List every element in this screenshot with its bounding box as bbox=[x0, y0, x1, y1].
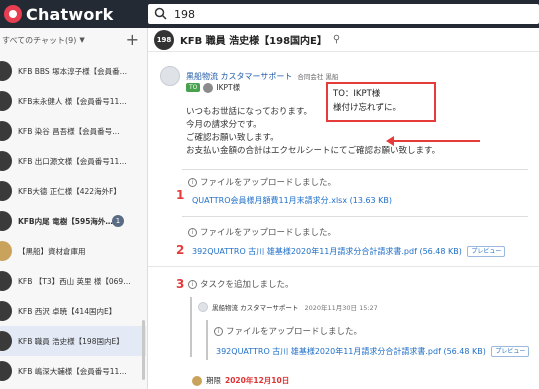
sidebar: すべてのチャット(9) ▼ + KFB BBS 塚本淳子様【会員番… KFB末永… bbox=[0, 28, 148, 389]
room-avatar bbox=[0, 121, 14, 141]
annotation-arrow-line bbox=[388, 140, 480, 142]
quoted-upload-notice: i ファイルをアップロードしました。 bbox=[214, 325, 362, 337]
task-notice: i タスクを追加しました。 bbox=[188, 278, 294, 290]
marker-number: 2 bbox=[176, 243, 185, 257]
message-line: お支払い金額の合計はエクセルシートにてご確認お願い致します。 bbox=[186, 146, 441, 156]
to-mention: TO IKPT様 bbox=[186, 82, 240, 93]
info-icon: i bbox=[188, 227, 197, 237]
app-logo[interactable]: Chatwork bbox=[4, 4, 113, 24]
to-avatar bbox=[203, 82, 214, 93]
message-line: ご確認お願い致します。 bbox=[186, 133, 279, 143]
due-date: 2020年12月10日 bbox=[225, 376, 290, 385]
sender-name[interactable]: 黒船物流 カスタマーサポート bbox=[186, 71, 292, 82]
quote-bar bbox=[206, 320, 208, 360]
chat-filter-dropdown[interactable]: すべてのチャット(9) bbox=[2, 35, 76, 46]
room-item-active[interactable]: KFB 職員 浩史様【198国内E】 bbox=[0, 326, 146, 356]
pin-icon[interactable]: ⚲ bbox=[333, 34, 340, 45]
room-label: KFB大德 正仁様【422海外F】 bbox=[18, 186, 121, 196]
quoted-file-link-text[interactable]: 392QUATTRO 古川 雄基様2020年11月請求分合計請求書.pdf (5… bbox=[216, 347, 486, 356]
upload-text: ファイルをアップロードしました。 bbox=[200, 178, 337, 188]
room-item[interactable]: KFB 【T3】西山 英里 様【069… bbox=[0, 266, 146, 296]
room-label: KFB 西沢 卓暁【414国内E】 bbox=[18, 306, 117, 316]
room-avatar bbox=[0, 361, 14, 381]
quoted-file-link[interactable]: 392QUATTRO 古川 雄基様2020年11月請求分合計請求書.pdf (5… bbox=[216, 346, 530, 357]
due-label: 期限 bbox=[206, 376, 221, 385]
room-header: 198 KFB 職員 浩史様【198国内E】 ⚲ bbox=[148, 28, 539, 52]
preview-button[interactable]: プレビュー bbox=[467, 246, 506, 257]
room-item[interactable]: KFB内尾 竜樹【595海外… 1 bbox=[0, 206, 146, 236]
quoted-sender-name: 黒船物流 カスタマーサポート bbox=[212, 304, 299, 312]
file-link[interactable]: 392QUATTRO 古川 雄基様2020年11月請求分合計請求書.pdf (5… bbox=[192, 246, 506, 257]
quoted-upload-text: ファイルをアップロードしました。 bbox=[226, 327, 363, 337]
info-icon: i bbox=[214, 326, 223, 336]
room-item[interactable]: KFB 染谷 昌吾様【会員番号… bbox=[0, 116, 146, 146]
room-avatar bbox=[0, 151, 14, 171]
divider bbox=[182, 169, 528, 170]
divider bbox=[182, 216, 528, 217]
callout-line: TO：IKPT様 bbox=[333, 89, 381, 99]
room-item[interactable]: KFB 西沢 卓暁【414国内E】 bbox=[0, 296, 146, 326]
room-item[interactable]: 【黒船】資材倉庫用 bbox=[0, 236, 146, 266]
annotation-callout: TO：IKPT様 様付け忘れずに。 bbox=[326, 82, 436, 122]
sender-org: 合同会社 黒船 bbox=[297, 73, 339, 81]
marker-number: 3 bbox=[176, 277, 185, 291]
info-icon: i bbox=[188, 279, 197, 289]
app-name: Chatwork bbox=[26, 4, 114, 24]
room-header-avatar: 198 bbox=[154, 29, 174, 50]
room-avatar bbox=[0, 331, 14, 351]
search-icon bbox=[154, 7, 167, 20]
preview-button[interactable]: プレビュー bbox=[491, 346, 530, 357]
room-avatar bbox=[0, 181, 14, 201]
room-label: KFB 嶋深大輔様【会員番号11… bbox=[18, 366, 127, 376]
room-avatar bbox=[0, 91, 14, 111]
room-label: KFB 【T3】西山 英里 様【069… bbox=[18, 276, 131, 286]
room-label: KFB 職員 浩史様【198国内E】 bbox=[18, 336, 124, 346]
add-chat-button[interactable]: + bbox=[126, 32, 139, 48]
quoted-timestamp: 2020年11月30日 15:27 bbox=[304, 304, 378, 312]
callout-line: 様付け忘れずに。 bbox=[333, 103, 402, 113]
room-label: KFB 出口源文様【会員番号11… bbox=[18, 156, 127, 166]
quoted-sender: 黒船物流 カスタマーサポート 2020年11月30日 15:27 bbox=[198, 302, 378, 312]
room-title: KFB 職員 浩史様【198国内E】 bbox=[180, 36, 327, 47]
room-label: KFB末永健人 様【会員番号11… bbox=[18, 96, 127, 106]
to-badge: TO bbox=[186, 83, 201, 92]
room-item[interactable]: KFB BBS 塚本淳子様【会員番… bbox=[0, 56, 146, 86]
chevron-down-icon[interactable]: ▼ bbox=[79, 36, 84, 44]
room-label: KFB 染谷 昌吾様【会員番号… bbox=[18, 126, 120, 136]
quoted-sender-avatar bbox=[198, 302, 208, 312]
room-item[interactable]: KFB末永健人 様【会員番号11… bbox=[0, 86, 146, 116]
task-due: 期限 2020年12月10日 bbox=[192, 375, 289, 386]
upload-text: ファイルをアップロードしました。 bbox=[200, 228, 337, 238]
task-text: タスクを追加しました。 bbox=[200, 280, 294, 290]
search-input[interactable]: 198 bbox=[174, 8, 195, 21]
message-separator bbox=[148, 266, 539, 267]
to-name: IKPT様 bbox=[216, 83, 241, 92]
chatwork-logo-icon bbox=[4, 5, 22, 23]
room-avatar bbox=[0, 301, 14, 321]
upload-notice: i ファイルをアップロードしました。 bbox=[188, 176, 336, 188]
top-bar: Chatwork 198 bbox=[0, 0, 539, 28]
room-item[interactable]: KFB大德 正仁様【422海外F】 bbox=[0, 176, 146, 206]
quote-bar bbox=[190, 297, 192, 357]
room-item[interactable]: KFB 嶋深大輔様【会員番号11… bbox=[0, 356, 146, 386]
file-link-text[interactable]: 392QUATTRO 古川 雄基様2020年11月請求分合計請求書.pdf (5… bbox=[192, 247, 462, 256]
info-icon: i bbox=[188, 177, 197, 187]
room-item[interactable]: KFB 出口源文様【会員番号11… bbox=[0, 146, 146, 176]
file-link[interactable]: QUATTRO会員様月額費11月末請求分.xlsx (13.63 KB) bbox=[192, 195, 392, 206]
room-label: KFB BBS 塚本淳子様【会員番… bbox=[18, 66, 128, 76]
sender-avatar[interactable] bbox=[160, 66, 180, 86]
unread-badge: 1 bbox=[112, 215, 124, 227]
marker-number: 1 bbox=[176, 188, 185, 202]
sidebar-header: すべてのチャット(9) ▼ + bbox=[0, 28, 147, 52]
search-box[interactable]: 198 bbox=[148, 4, 539, 24]
room-avatar bbox=[0, 61, 14, 81]
assignee-avatar bbox=[192, 375, 202, 386]
upload-notice: i ファイルをアップロードしました。 bbox=[188, 226, 336, 238]
room-avatar bbox=[0, 211, 14, 231]
room-label: KFB内尾 竜樹【595海外… bbox=[18, 216, 113, 226]
room-label: 【黒船】資材倉庫用 bbox=[18, 246, 86, 256]
room-avatar bbox=[0, 271, 14, 291]
room-avatar bbox=[0, 241, 14, 261]
sidebar-scrollbar[interactable] bbox=[142, 320, 145, 380]
